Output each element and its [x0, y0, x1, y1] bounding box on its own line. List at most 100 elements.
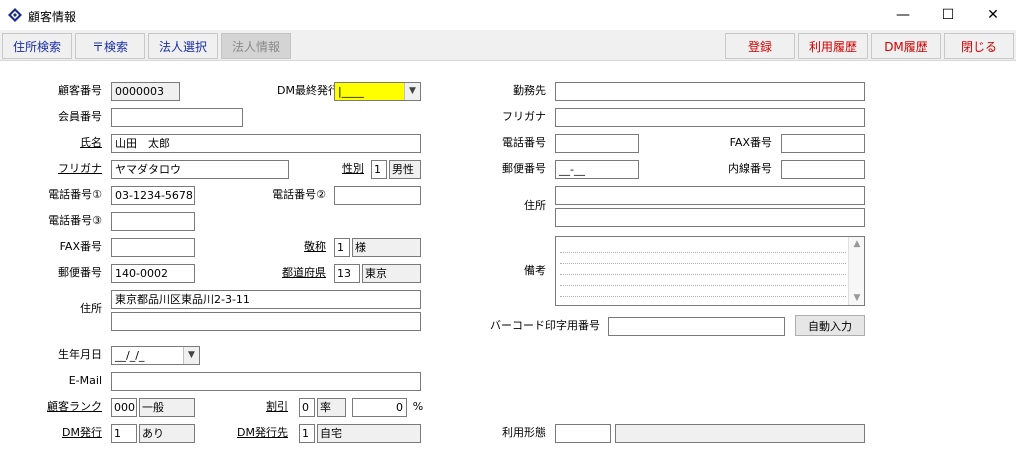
furigana-field[interactable]: ヤマダタロウ: [111, 160, 289, 179]
corp-select-button[interactable]: 法人選択: [148, 33, 218, 59]
usage-history-button[interactable]: 利用履歴: [798, 33, 868, 59]
work-address-label: 住所: [524, 199, 546, 212]
title-bar: 顧客情報 — ☐ ✕: [0, 0, 1016, 30]
work-postal-label: 郵便番号: [502, 162, 546, 175]
dm-issue-text-field: あり: [139, 424, 195, 443]
barcode-field[interactable]: [608, 317, 785, 336]
work-fax-field[interactable]: [781, 134, 865, 153]
notes-ruled-line: [560, 252, 846, 253]
email-label: E-Mail: [68, 374, 102, 387]
phone1-field[interactable]: 03-1234-5678: [111, 186, 195, 205]
address-line2-field[interactable]: [111, 312, 421, 331]
zip-search-button[interactable]: 〒検索: [75, 33, 145, 59]
birthdate-value: __/_/_: [115, 349, 145, 362]
work-fax-label: FAX番号: [729, 136, 772, 149]
phone2-field[interactable]: [334, 186, 421, 205]
gender-code-field[interactable]: 1: [371, 160, 387, 179]
close-icon: ✕: [987, 7, 999, 23]
diamond-app-icon: [8, 8, 22, 22]
dm-last-issue-field[interactable]: |____ ▼: [334, 82, 421, 101]
dm-history-button[interactable]: DM履歴: [871, 33, 941, 59]
work-furigana-label: フリガナ: [502, 110, 546, 123]
usage-type-code-field[interactable]: [555, 424, 611, 443]
rank-code-field[interactable]: 000: [111, 398, 137, 417]
member-no-field[interactable]: [111, 108, 243, 127]
minimize-icon: —: [896, 7, 910, 23]
honorific-label[interactable]: 敬称: [260, 238, 326, 256]
work-phone-field[interactable]: [555, 134, 639, 153]
discount-value-field[interactable]: 0: [352, 398, 407, 417]
prefecture-text-field: 東京: [362, 264, 421, 283]
corp-info-button[interactable]: 法人情報: [221, 33, 291, 59]
notes-scrollbar[interactable]: ▲ ▼: [848, 237, 864, 305]
maximize-button[interactable]: ☐: [925, 0, 971, 30]
phone1-label: 電話番号①: [48, 188, 102, 201]
phone3-field[interactable]: [111, 212, 195, 231]
usage-type-label: 利用形態: [502, 426, 546, 439]
dm-issue-label[interactable]: DM発行: [20, 424, 102, 442]
phone3-label: 電話番号③: [48, 214, 102, 227]
postal-field[interactable]: 140-0002: [111, 264, 195, 283]
work-address-line1-field[interactable]: [555, 186, 865, 205]
name-field[interactable]: 山田 太郎: [111, 134, 421, 153]
dm-dest-label[interactable]: DM発行先: [220, 424, 288, 442]
notes-ruled-line: [560, 285, 846, 286]
gender-label[interactable]: 性別: [300, 160, 364, 178]
customer-no-field: 0000003: [111, 82, 180, 101]
rank-text-field: 一般: [139, 398, 195, 417]
discount-type-field: 率: [317, 398, 346, 417]
rank-label[interactable]: 顧客ランク: [20, 398, 102, 416]
barcode-label: バーコード印字用番号: [490, 319, 600, 332]
honorific-code-field[interactable]: 1: [334, 238, 350, 257]
extension-label: 内線番号: [728, 162, 772, 175]
chevron-down-icon[interactable]: ▼: [183, 347, 199, 364]
work-phone-label: 電話番号: [502, 136, 546, 149]
prefecture-label[interactable]: 都道府県: [260, 264, 326, 282]
gender-text-field: 男性: [389, 160, 421, 179]
work-furigana-field[interactable]: [555, 108, 865, 127]
minimize-button[interactable]: —: [880, 0, 926, 30]
address-search-button[interactable]: 住所検索: [2, 33, 72, 59]
company-field[interactable]: [555, 82, 865, 101]
notes-ruled-line: [560, 296, 846, 297]
honorific-text-field: 様: [352, 238, 421, 257]
dm-issue-code-field[interactable]: 1: [111, 424, 137, 443]
notes-label: 備考: [524, 264, 546, 277]
fax-field[interactable]: [111, 238, 195, 257]
work-address-line2-field[interactable]: [555, 208, 865, 227]
close-form-button[interactable]: 閉じる: [944, 33, 1014, 59]
phone2-label: 電話番号②: [272, 188, 326, 201]
discount-label[interactable]: 割引: [240, 398, 288, 416]
usage-type-text-field: [615, 424, 865, 443]
dm-last-issue-value: |____: [338, 85, 364, 98]
dm-dest-text-field: 自宅: [317, 424, 421, 443]
register-button[interactable]: 登録: [725, 33, 795, 59]
postal-label: 郵便番号: [58, 266, 102, 279]
close-window-button[interactable]: ✕: [970, 0, 1016, 30]
discount-code-field[interactable]: 0: [299, 398, 315, 417]
member-no-label: 会員番号: [58, 110, 102, 123]
dm-last-issue-label: DM最終発行日: [277, 84, 350, 97]
birthdate-field[interactable]: __/_/_ ▼: [111, 346, 200, 365]
notes-textarea[interactable]: ▲ ▼: [555, 236, 865, 306]
furigana-label[interactable]: フリガナ: [20, 160, 102, 178]
address-label: 住所: [80, 302, 102, 315]
work-postal-field[interactable]: __-__: [555, 160, 639, 179]
address-line1-field[interactable]: 東京都品川区東品川2-3-11: [111, 290, 421, 309]
window-title: 顧客情報: [28, 10, 77, 24]
maximize-icon: ☐: [941, 7, 955, 23]
email-field[interactable]: [111, 372, 421, 391]
company-label: 勤務先: [513, 84, 546, 97]
chevron-down-icon[interactable]: ▼: [404, 83, 420, 100]
extension-field[interactable]: [781, 160, 865, 179]
notes-ruled-line: [560, 274, 846, 275]
toolbar: 住所検索 〒検索 法人選択 法人情報 登録 利用履歴 DM履歴 閉じる: [0, 30, 1016, 61]
name-label[interactable]: 氏名: [20, 134, 102, 152]
scroll-down-icon[interactable]: ▼: [849, 293, 865, 303]
auto-input-button[interactable]: 自動入力: [795, 315, 865, 336]
dm-dest-code-field[interactable]: 1: [299, 424, 315, 443]
notes-ruled-line: [560, 263, 846, 264]
scroll-up-icon[interactable]: ▲: [849, 239, 865, 249]
customer-no-label: 顧客番号: [58, 84, 102, 97]
prefecture-code-field[interactable]: 13: [334, 264, 360, 283]
